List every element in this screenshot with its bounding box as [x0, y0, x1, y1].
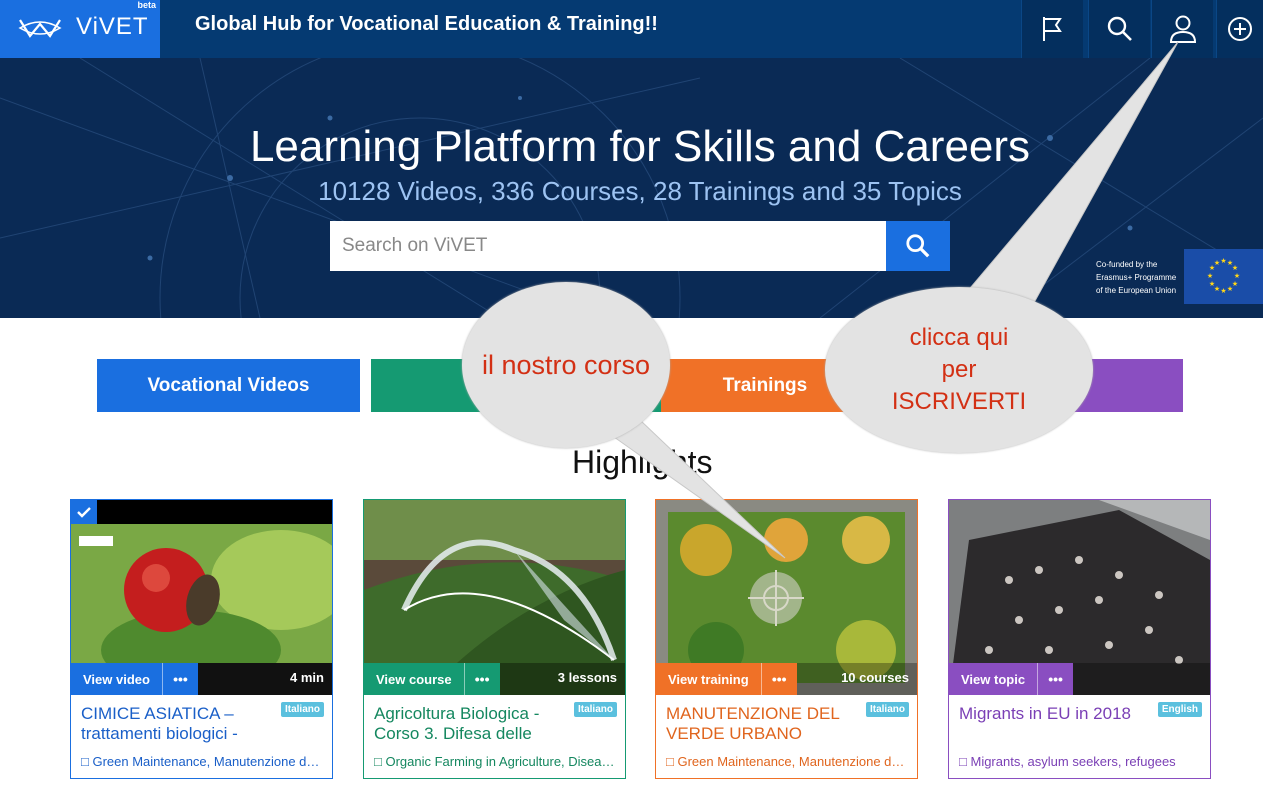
svg-text:★: ★: [1214, 259, 1220, 267]
site-tagline: Global Hub for Vocational Education & Tr…: [195, 13, 658, 35]
more-options-icon[interactable]: •••: [161, 663, 198, 695]
card-title[interactable]: MANUTENZIONE DEL VERDE URBANO: [666, 704, 866, 744]
logo[interactable]: ViVET beta: [0, 0, 160, 58]
beta-badge: beta: [137, 0, 156, 10]
bookmark-icon: □: [374, 754, 382, 769]
more-options-icon[interactable]: •••: [760, 663, 797, 695]
more-options-icon[interactable]: •••: [463, 663, 500, 695]
card-tags[interactable]: □ Green Maintenance, Manutenzione del …: [666, 754, 910, 769]
highlight-card-course[interactable]: View course ••• 3 lessons Agricoltura Bi…: [363, 499, 626, 779]
search-nav-button[interactable]: [1088, 0, 1150, 58]
more-options-icon[interactable]: •••: [1037, 663, 1074, 695]
card-tags[interactable]: □ Organic Farming in Agriculture, Diseas…: [374, 754, 618, 769]
search-icon: [1107, 16, 1132, 41]
view-video-button[interactable]: View video: [71, 663, 162, 695]
svg-text:★: ★: [1232, 264, 1238, 272]
top-bar: ViVET beta Global Hub for Vocational Edu…: [0, 0, 1263, 58]
card-title[interactable]: Agricoltura Biologica - Corso 3. Difesa …: [374, 704, 574, 744]
user-button[interactable]: [1151, 0, 1213, 58]
view-training-button[interactable]: View training: [656, 663, 761, 695]
flag-icon: [1042, 17, 1062, 41]
svg-text:★: ★: [1234, 272, 1240, 280]
search-button[interactable]: [886, 221, 950, 271]
vivet-logo-icon: [18, 19, 62, 38]
language-badge: Italiano: [865, 702, 909, 717]
language-badge: English: [1157, 702, 1202, 717]
card-action-bar: View video •••: [71, 663, 198, 695]
hero-subtitle: 10128 Videos, 336 Courses, 28 Trainings …: [318, 176, 962, 206]
svg-text:★: ★: [1227, 285, 1233, 293]
hero-banner: Learning Platform for Skills and Careers…: [0, 58, 1263, 318]
search-icon: [906, 234, 930, 258]
card-title[interactable]: CIMICE ASIATICA – trattamenti biologici …: [81, 704, 281, 744]
card-tags[interactable]: □ Green Maintenance, Manutenzione del …: [81, 754, 325, 769]
plus-circle-icon: [1228, 17, 1252, 41]
highlights-heading: Highlights: [572, 444, 713, 480]
user-icon: [1169, 15, 1196, 43]
highlight-card-video[interactable]: View video ••• 4 min CIMICE ASIATICA – t…: [70, 499, 333, 779]
svg-text:★: ★: [1220, 287, 1226, 295]
language-badge: Italiano: [280, 702, 324, 717]
card-tags[interactable]: □ Migrants, asylum seekers, refugees: [959, 754, 1203, 769]
view-topic-button[interactable]: View topic: [949, 663, 1038, 695]
highlight-card-training[interactable]: View training ••• 10 courses MANUTENZION…: [655, 499, 918, 779]
card-action-bar: View topic •••: [949, 663, 1074, 695]
category-vocational-videos[interactable]: Vocational Videos: [97, 359, 360, 412]
card-title[interactable]: Migrants in EU in 2018: [959, 704, 1159, 724]
svg-text:★: ★: [1209, 280, 1215, 288]
training-courses: 10 courses: [841, 670, 909, 685]
bookmark-icon: □: [666, 754, 674, 769]
bookmark-icon: □: [959, 754, 967, 769]
cofunded-text: Co-funded by the Erasmus+ Programme of t…: [1096, 260, 1177, 295]
search-input[interactable]: [330, 221, 886, 271]
course-lessons: 3 lessons: [557, 670, 617, 685]
flag-button[interactable]: [1021, 0, 1083, 58]
annotation-signup: clicca qui per ISCRIVERTI: [825, 287, 1093, 453]
video-duration: 4 min: [290, 670, 324, 685]
brand-name: ViVET: [76, 13, 149, 40]
svg-text:★: ★: [1220, 257, 1226, 265]
card-action-bar: View course •••: [364, 663, 500, 695]
language-badge: Italiano: [573, 702, 617, 717]
view-course-button[interactable]: View course: [364, 663, 464, 695]
hero-title: Learning Platform for Skills and Careers: [249, 122, 1031, 171]
bookmark-icon: □: [81, 754, 89, 769]
eu-flag-icon: ★ ★ ★ ★ ★ ★ ★ ★ ★ ★ ★ ★: [1184, 249, 1263, 304]
svg-text:★: ★: [1207, 272, 1213, 280]
add-button[interactable]: [1216, 0, 1263, 58]
card-action-bar: View training •••: [656, 663, 797, 695]
annotation-our-course: il nostro corso: [462, 282, 670, 448]
highlight-card-topic[interactable]: View topic ••• Migrants in EU in 2018 En…: [948, 499, 1211, 779]
